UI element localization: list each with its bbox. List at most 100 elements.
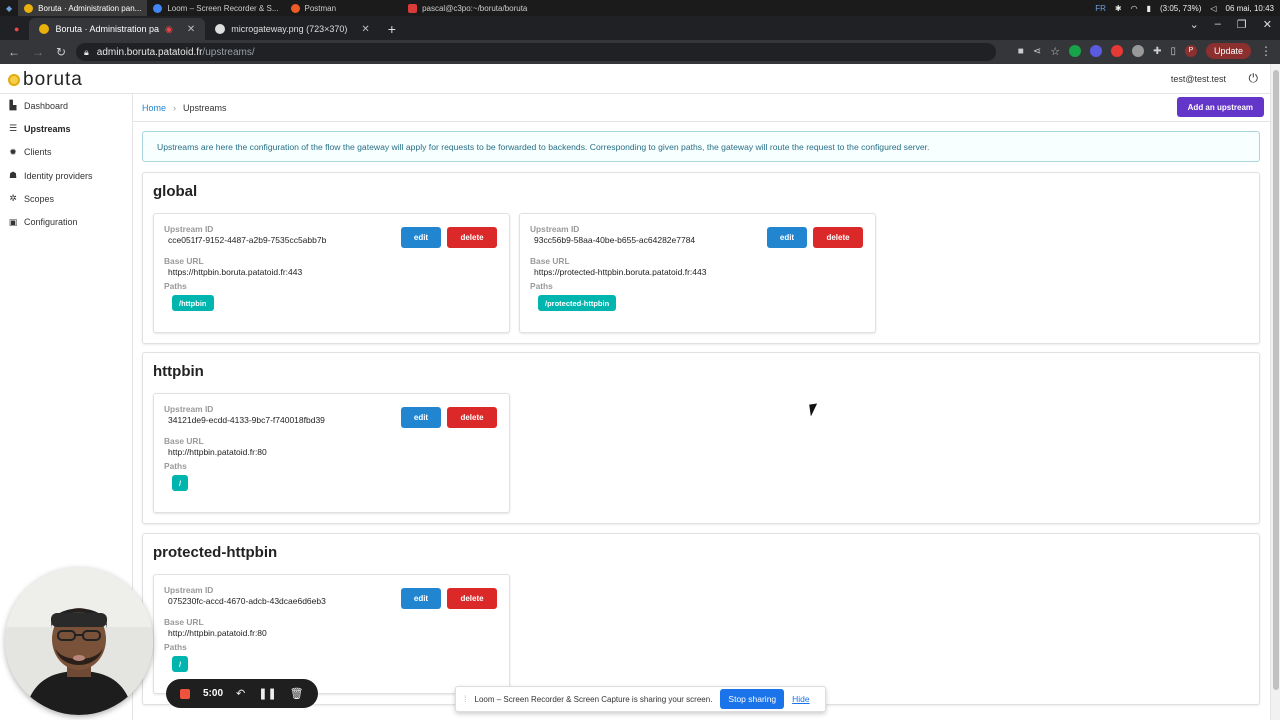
browser-tab-microgateway[interactable]: microgateway.png (723×370) ✕ (205, 18, 380, 40)
delete-button[interactable]: delete (447, 407, 497, 428)
sidebar-item-label: Identity providers (24, 170, 93, 181)
loom-extension-icon[interactable] (1111, 45, 1124, 57)
os-taskbar: ◆ Boruta · Administration pan... Loom – … (0, 0, 1280, 16)
battery-icon[interactable]: ▮ (1147, 4, 1151, 13)
url-path: /upstreams/ (202, 46, 255, 58)
pause-icon[interactable]: ❚❚ (258, 687, 276, 700)
edit-button[interactable]: edit (401, 588, 441, 609)
add-upstream-button[interactable]: Add an upstream (1176, 97, 1264, 117)
os-app-terminal[interactable]: pascal@c3po:~/boruta/boruta (402, 0, 533, 16)
tab-search-icon[interactable]: ⌄ (1190, 18, 1199, 31)
clock[interactable]: 06 mai, 10:43 (1226, 4, 1274, 13)
extension-gear-icon[interactable] (1090, 45, 1103, 57)
chart-icon: ▙ (9, 100, 17, 111)
upstream-card: Upstream ID 075230fc-accd-4670-adcb-43dca… (153, 574, 510, 694)
extensions-area: ■ ⋖ ☆ ✚ ▯ P Update ⋮ (1018, 43, 1272, 59)
profile-avatar[interactable]: P (1184, 45, 1197, 57)
delete-button[interactable]: delete (447, 588, 497, 609)
hide-link[interactable]: Hide (792, 694, 809, 704)
sidebar-item-label: Configuration (24, 217, 78, 228)
edit-button[interactable]: edit (401, 227, 441, 248)
group-title: global (153, 183, 198, 200)
page-scrollbar[interactable] (1270, 64, 1280, 720)
delete-button[interactable]: delete (813, 227, 863, 248)
os-app-postman[interactable]: Postman (285, 0, 343, 16)
volume-icon[interactable]: ◁ (1210, 4, 1216, 13)
update-button[interactable]: Update (1205, 43, 1251, 59)
boruta-logo[interactable]: boruta (8, 69, 83, 91)
window-controls: ⌄ – ❐ ✕ (1190, 18, 1272, 31)
path-tag[interactable]: /httpbin (172, 295, 214, 311)
sidebar-item-configuration[interactable]: ▣ Configuration (0, 210, 132, 233)
path-tag[interactable]: /protected-httpbin (538, 295, 617, 311)
os-app-label: Loom – Screen Recorder & S... (167, 3, 279, 13)
forward-icon[interactable]: → (32, 45, 44, 59)
terminal-icon (408, 3, 418, 13)
maximize-icon[interactable]: ❐ (1237, 18, 1247, 31)
sidebar-item-upstreams[interactable]: ☰ Upstreams (0, 117, 132, 140)
logout-power-icon[interactable]: ⏻ (1249, 71, 1259, 86)
upstream-id-value: 93cc56b9-58aa-40be-b655-ac64282e7784 (534, 235, 696, 245)
webcam-bubble[interactable] (5, 567, 153, 715)
os-app-label: pascal@c3po:~/boruta/boruta (422, 3, 528, 13)
breadcrumb-home-link[interactable]: Home (142, 103, 166, 113)
close-tab-icon[interactable]: ✕ (187, 24, 195, 35)
base-url-value: https://httpbin.boruta.patatoid.fr:443 (168, 267, 303, 277)
upstream-id-label: Upstream ID (164, 585, 214, 595)
extensions-puzzle-icon[interactable]: ✚ (1153, 46, 1161, 57)
new-tab-icon[interactable]: + (388, 21, 396, 37)
bookmark-star-icon[interactable]: ☆ (1050, 45, 1060, 58)
path-tag[interactable]: / (172, 475, 189, 491)
sidebar-item-identity-providers[interactable]: ☗ Identity providers (0, 164, 132, 187)
base-url-label: Base URL (164, 256, 204, 266)
os-app-label: Boruta · Administration pan... (38, 3, 142, 13)
path-tag[interactable]: / (172, 656, 189, 672)
os-menu-icon[interactable]: ◆ (0, 4, 18, 13)
delete-button[interactable]: delete (447, 227, 497, 248)
sidepanel-icon[interactable]: ▯ (1170, 46, 1176, 57)
sidebar-item-clients[interactable]: ✹ Clients (0, 141, 132, 164)
undo-icon[interactable]: ↶ (236, 687, 245, 700)
grammarly-icon[interactable] (1069, 45, 1082, 57)
os-app-boruta[interactable]: Boruta · Administration pan... (18, 0, 148, 16)
trash-icon[interactable]: 🗑︎ (290, 687, 304, 700)
battery-status: (3:05, 73%) (1160, 3, 1202, 13)
url-host: admin.boruta.patatoid.fr (96, 46, 203, 58)
sidebar-item-dashboard[interactable]: ▙ Dashboard (0, 94, 132, 117)
camera-icon[interactable]: ■ (1018, 46, 1024, 57)
drag-handle-icon[interactable]: ⁞ (464, 694, 467, 704)
scrollbar-thumb[interactable] (1273, 70, 1279, 690)
address-bar[interactable]: 🔒︎ admin.boruta.patatoid.fr/upstreams/ (76, 43, 996, 61)
base-url-value: http://httpbin.patatoid.fr:80 (168, 447, 267, 457)
user-email[interactable]: test@test.test (1171, 74, 1226, 84)
wifi-icon[interactable]: ◠ (1131, 4, 1138, 13)
cog-icon: ✹ (9, 146, 17, 157)
stop-recording-icon[interactable] (180, 688, 190, 699)
record-indicator-icon: ● (14, 24, 20, 34)
globe-icon (215, 24, 226, 34)
stop-sharing-button[interactable]: Stop sharing (720, 689, 785, 709)
upstream-card: Upstream ID 93cc56b9-58aa-40be-b655-ac642… (519, 213, 876, 333)
minimize-icon[interactable]: – (1215, 18, 1221, 31)
reload-icon[interactable]: ↻ (56, 45, 66, 59)
base-url-value: https://protected-httpbin.boruta.patatoi… (534, 267, 707, 277)
group-title: httpbin (153, 363, 204, 380)
upstream-id-value: 075230fc-accd-4670-adcb-43dcae6d6eb3 (168, 596, 326, 606)
browser-tab-boruta[interactable]: Boruta · Administration pa ◉ ✕ (29, 18, 206, 40)
edit-button[interactable]: edit (767, 227, 807, 248)
sidebar-item-scopes[interactable]: ✲ Scopes (0, 187, 132, 210)
share-icon[interactable]: ⋖ (1033, 46, 1041, 57)
close-tab-icon[interactable]: ✕ (361, 24, 369, 35)
sun-logo-icon (8, 74, 20, 86)
os-app-loom[interactable]: Loom – Screen Recorder & S... (147, 0, 284, 16)
back-icon[interactable]: ← (8, 45, 20, 59)
keyboard-layout[interactable]: FR (1095, 4, 1106, 13)
edit-button[interactable]: edit (401, 407, 441, 428)
upstream-id-label: Upstream ID (164, 224, 214, 234)
postman-icon (290, 3, 300, 13)
screenshot-icon[interactable] (1132, 45, 1145, 57)
bluetooth-icon[interactable]: ✱ (1115, 4, 1122, 13)
browser-menu-icon[interactable]: ⋮ (1260, 44, 1272, 58)
paths-label: Paths (164, 461, 187, 471)
close-window-icon[interactable]: ✕ (1263, 18, 1272, 31)
